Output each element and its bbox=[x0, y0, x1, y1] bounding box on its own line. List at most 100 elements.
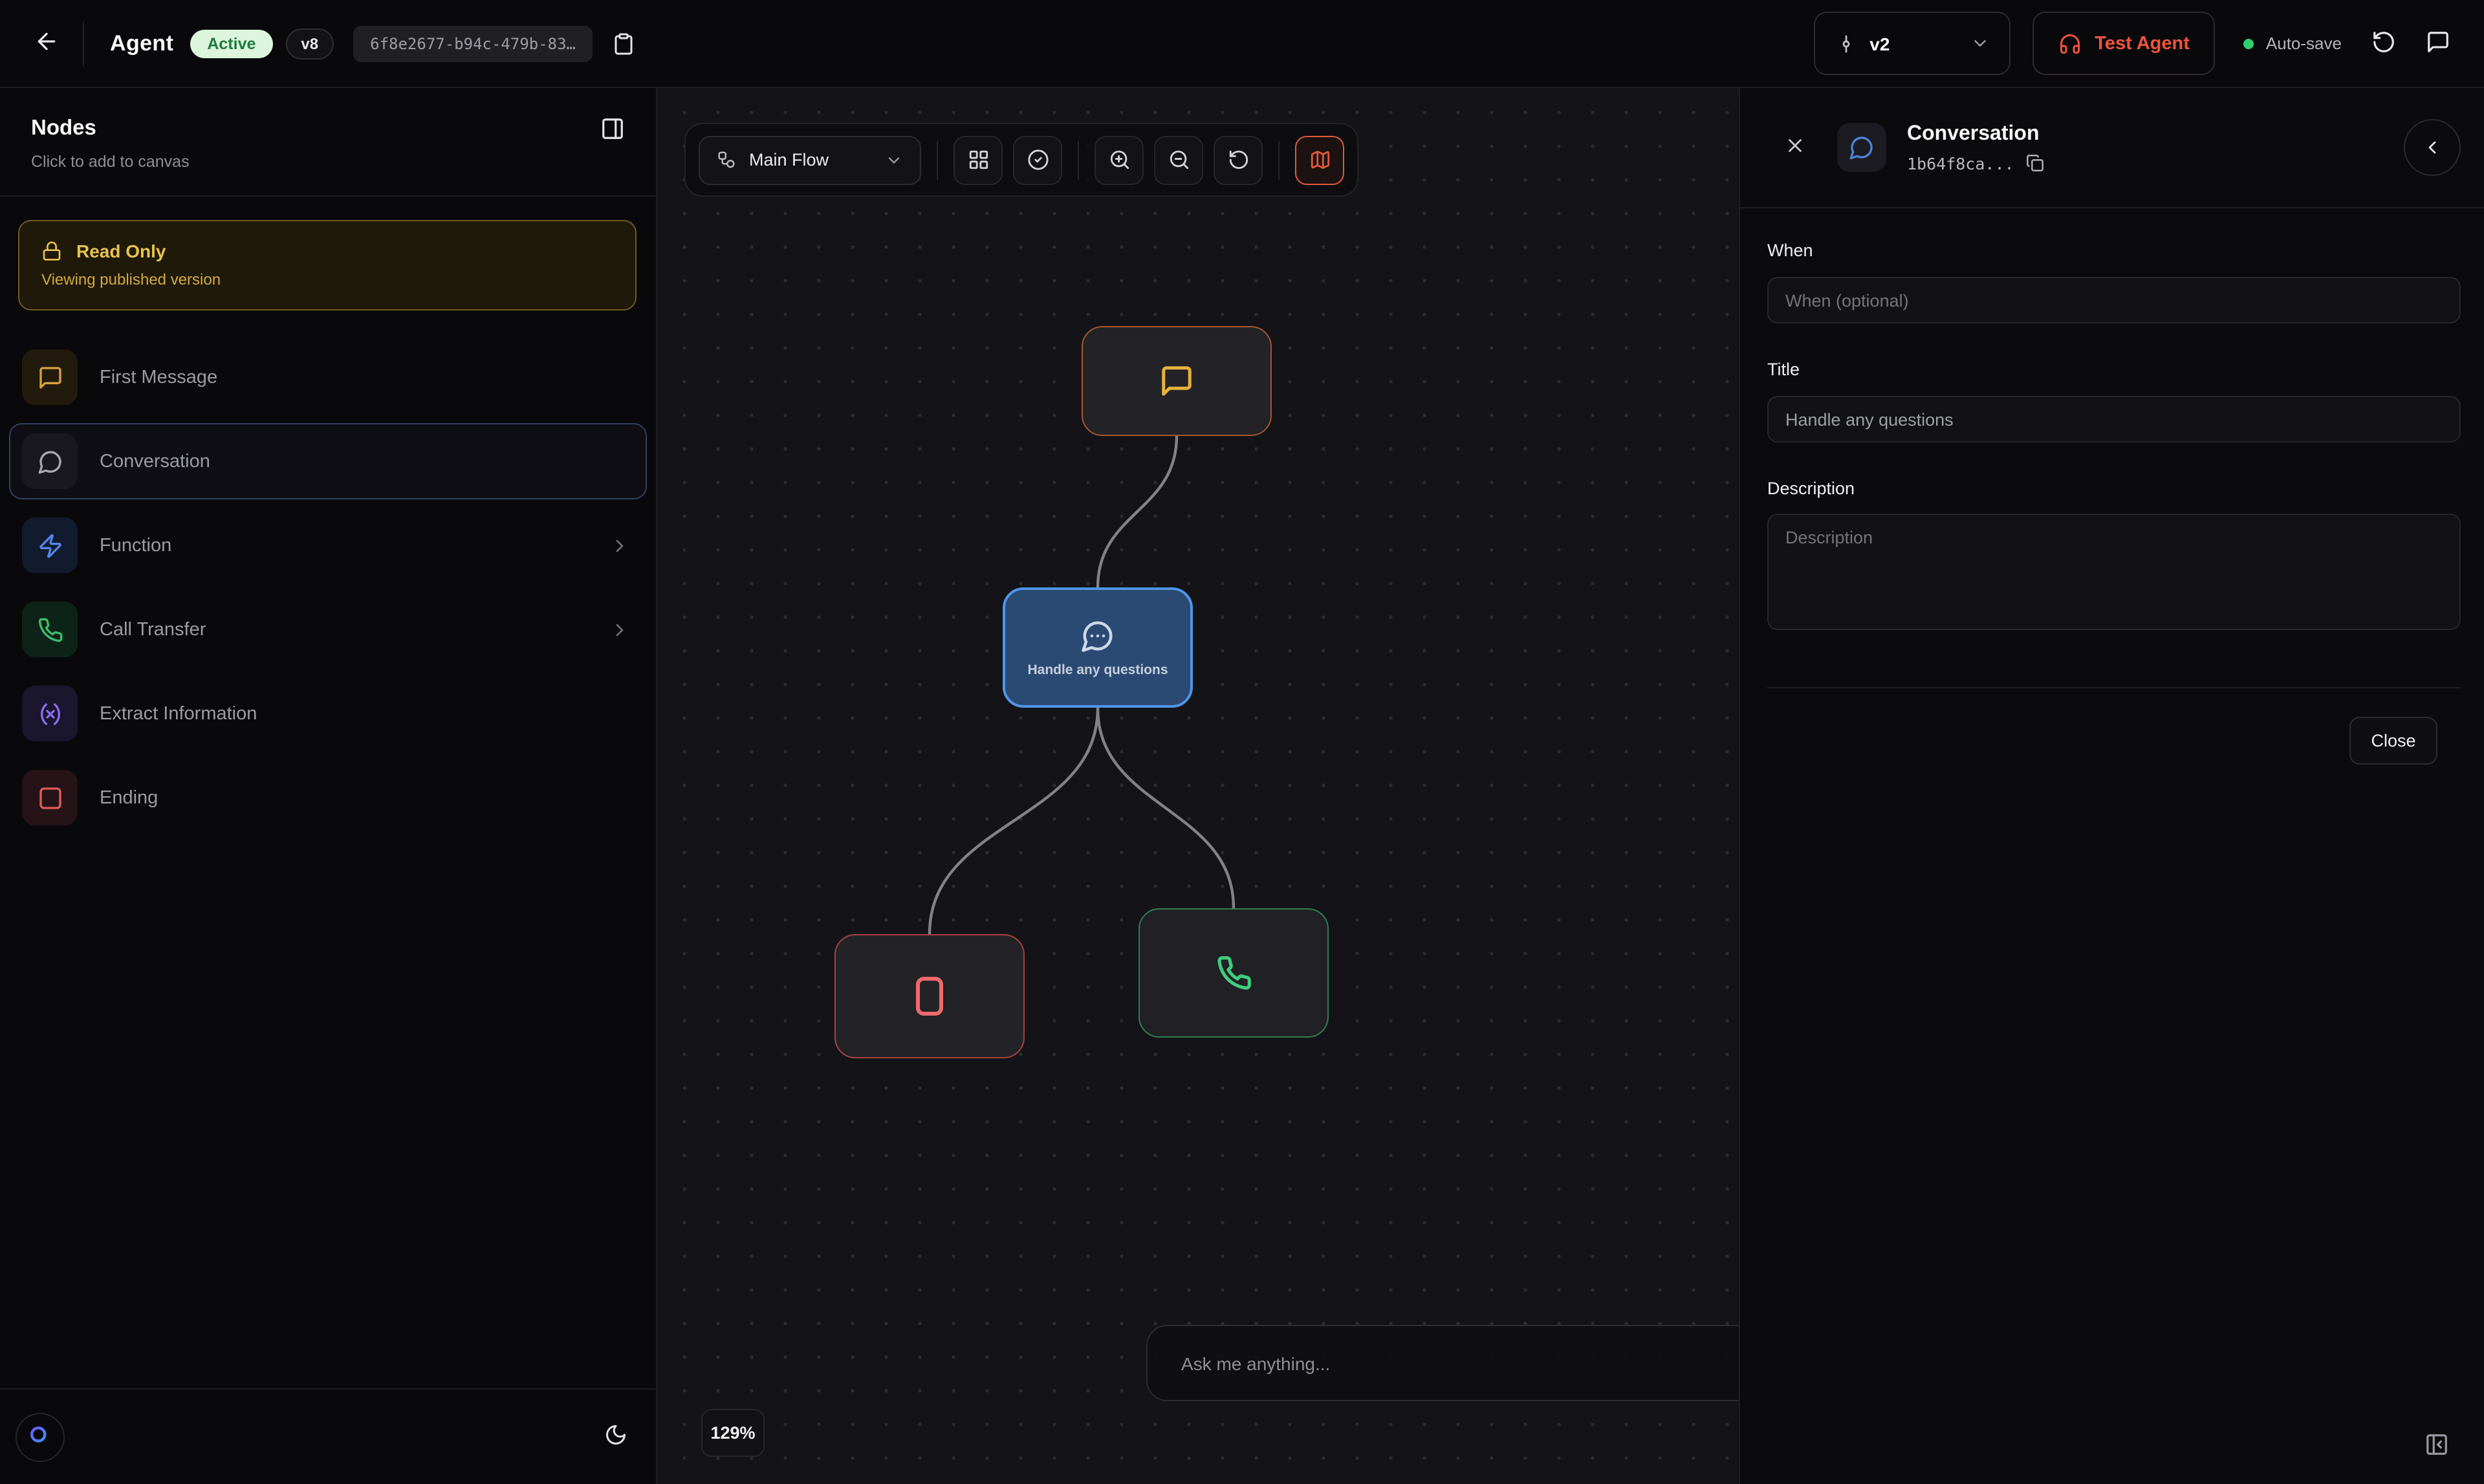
sidebar-header: Nodes Click to add to canvas bbox=[0, 88, 656, 171]
flow-version-label: v2 bbox=[1869, 33, 1957, 54]
moon-icon bbox=[604, 1423, 627, 1446]
sidebar-footer bbox=[0, 1388, 656, 1484]
message-square-icon bbox=[1159, 364, 1194, 398]
arrow-left-icon bbox=[34, 28, 60, 54]
panel-left-close-icon bbox=[2424, 1432, 2449, 1457]
flow-edges bbox=[657, 88, 1739, 1484]
test-agent-button[interactable]: Test Agent bbox=[2032, 12, 2216, 75]
flow-selector-label: Main Flow bbox=[749, 150, 872, 169]
agent-id-chip[interactable]: 6f8e2677-b94c-479b-83… bbox=[353, 25, 593, 61]
autosave-status-dot bbox=[2244, 38, 2254, 49]
brand-logo[interactable] bbox=[16, 1412, 65, 1461]
zoom-out-icon bbox=[1168, 149, 1190, 171]
collapse-panel-corner-button[interactable] bbox=[2424, 1432, 2449, 1461]
panel-title: Conversation bbox=[1907, 122, 2404, 146]
flow-selector-dropdown[interactable]: Main Flow bbox=[699, 135, 921, 184]
collapse-sidebar-button[interactable] bbox=[600, 116, 625, 145]
message-circle-icon bbox=[22, 433, 78, 489]
layout-grid-icon bbox=[967, 149, 989, 171]
zoom-in-icon bbox=[1108, 149, 1130, 171]
validate-flow-button[interactable] bbox=[1013, 135, 1062, 184]
sidebar-item-label: First Message bbox=[100, 367, 630, 387]
title-label: Title bbox=[1767, 360, 2461, 379]
flow-canvas[interactable]: Main Flow bbox=[657, 88, 1739, 1484]
git-commit-icon bbox=[1836, 33, 1857, 54]
edge-first-to-conversation bbox=[1098, 436, 1177, 587]
edge-conversation-to-call bbox=[1098, 708, 1234, 908]
undo-history-button[interactable] bbox=[2371, 29, 2396, 58]
conversation-type-icon bbox=[1837, 123, 1886, 172]
message-circle-more-icon bbox=[1080, 618, 1115, 653]
sidebar-item-first-message[interactable]: First Message bbox=[9, 339, 647, 415]
panel-body: When Title Description Close bbox=[1740, 208, 2484, 765]
node-call-transfer[interactable] bbox=[1138, 908, 1329, 1038]
title-input[interactable] bbox=[1767, 396, 2461, 442]
flow-version-selector[interactable]: v2 bbox=[1814, 12, 2010, 75]
headphones-icon bbox=[2058, 32, 2082, 55]
autosave-label: Auto-save bbox=[2266, 34, 2342, 53]
node-ending[interactable] bbox=[834, 934, 1025, 1058]
toolbar-divider bbox=[1278, 140, 1280, 179]
sidebar-item-conversation[interactable]: Conversation bbox=[9, 423, 647, 499]
sidebar-item-function[interactable]: Function bbox=[9, 507, 647, 584]
ask-ai-input[interactable] bbox=[1146, 1325, 1739, 1401]
auto-layout-button[interactable] bbox=[953, 135, 1003, 184]
zoom-in-button[interactable] bbox=[1095, 135, 1144, 184]
version-badge: v8 bbox=[285, 28, 334, 59]
readonly-subtitle: Viewing published version bbox=[41, 270, 613, 289]
circle-check-icon bbox=[1027, 149, 1049, 171]
canvas-toolbar: Main Flow bbox=[684, 123, 1358, 197]
panel-close-x-button[interactable] bbox=[1784, 135, 1806, 160]
copy-icon[interactable] bbox=[2026, 154, 2044, 172]
panel-header: Conversation 1b64f8ca... bbox=[1740, 88, 2484, 207]
autosave-indicator: Auto-save bbox=[2244, 34, 2342, 53]
lock-icon bbox=[41, 241, 62, 261]
top-bar-left: Agent Active v8 6f8e2677-b94c-479b-83… bbox=[34, 21, 635, 65]
panel-titles: Conversation 1b64f8ca... bbox=[1907, 122, 2404, 173]
node-type-list: First Message Conversation Function bbox=[0, 339, 656, 836]
workflow-icon bbox=[717, 150, 736, 169]
when-label: When bbox=[1767, 241, 2461, 260]
top-bar: Agent Active v8 6f8e2677-b94c-479b-83… v… bbox=[0, 0, 2484, 88]
clipboard-icon[interactable] bbox=[612, 32, 635, 55]
panel-collapse-button[interactable] bbox=[2404, 119, 2461, 176]
square-icon bbox=[22, 770, 78, 825]
sidebar-item-label: Ending bbox=[100, 787, 630, 808]
zap-icon bbox=[22, 518, 78, 573]
node-id: 1b64f8ca... bbox=[1907, 153, 2014, 173]
chevron-down-icon bbox=[885, 151, 903, 169]
close-button[interactable]: Close bbox=[2349, 717, 2437, 765]
theme-toggle-button[interactable] bbox=[604, 1423, 627, 1450]
sidebar-item-ending[interactable]: Ending bbox=[9, 759, 647, 836]
status-badge: Active bbox=[190, 29, 272, 58]
zoom-out-button[interactable] bbox=[1154, 135, 1203, 184]
sidebar-subtitle: Click to add to canvas bbox=[31, 153, 625, 171]
reset-view-button[interactable] bbox=[1214, 135, 1263, 184]
when-input[interactable] bbox=[1767, 277, 2461, 323]
chevron-left-icon bbox=[2422, 137, 2443, 158]
node-conversation-selected[interactable]: Handle any questions bbox=[1003, 587, 1193, 708]
back-button[interactable] bbox=[34, 28, 60, 58]
sidebar-item-call-transfer[interactable]: Call Transfer bbox=[9, 591, 647, 668]
description-textarea[interactable] bbox=[1767, 514, 2461, 630]
phone-icon bbox=[22, 602, 78, 657]
sidebar-item-label: Conversation bbox=[100, 451, 630, 472]
agent-builder-app: Agent Active v8 6f8e2677-b94c-479b-83… v… bbox=[0, 0, 2484, 1484]
node-first-message[interactable] bbox=[1082, 326, 1272, 436]
chevron-down-icon bbox=[1970, 34, 1990, 53]
sidebar-item-label: Extract Information bbox=[100, 703, 630, 724]
description-label: Description bbox=[1767, 479, 2461, 498]
feedback-chat-button[interactable] bbox=[2426, 29, 2450, 58]
map-icon bbox=[1309, 149, 1331, 171]
chevron-right-icon bbox=[609, 535, 630, 556]
edge-conversation-to-ending bbox=[930, 708, 1098, 934]
panel-right-icon bbox=[600, 116, 625, 141]
sidebar-title: Nodes bbox=[31, 116, 625, 141]
sidebar-item-extract-information[interactable]: Extract Information bbox=[9, 675, 647, 752]
page-title: Agent bbox=[110, 30, 173, 56]
minimap-toggle-button[interactable] bbox=[1295, 135, 1344, 184]
close-icon bbox=[1784, 135, 1806, 157]
test-agent-label: Test Agent bbox=[2095, 33, 2190, 54]
chat-bubble-icon bbox=[2426, 29, 2450, 54]
phone-icon bbox=[1215, 955, 1252, 991]
